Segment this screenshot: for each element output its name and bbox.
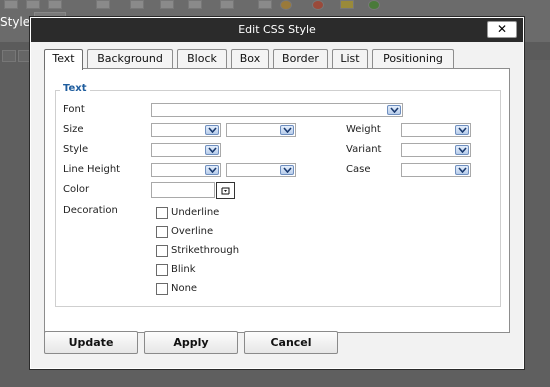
dialog-titlebar: Edit CSS Style ✕ [31,18,523,42]
toolbar-button-icon [368,0,380,10]
toolbar-button-icon [48,0,62,9]
variant-label: Variant [346,144,382,155]
tab-list[interactable]: List [332,49,368,68]
tab-box[interactable]: Box [231,49,269,68]
chevron-down-icon [205,125,219,135]
size-select[interactable] [151,123,221,137]
underline-label: Underline [171,207,220,218]
overline-checkbox[interactable] [156,226,168,238]
toolbar-button-icon [188,0,202,9]
tab-block[interactable]: Block [177,49,227,68]
weight-select[interactable] [401,123,471,137]
blink-checkbox[interactable] [156,264,168,276]
cancel-button[interactable]: Cancel [244,331,338,354]
strikethrough-label: Strikethrough [171,245,240,256]
color-picker-button[interactable] [216,182,235,199]
chevron-down-icon [280,125,294,135]
dialog-title: Edit CSS Style [238,23,316,36]
text-tab-panel: Text Font Size Weight Style Variant Line… [44,68,510,333]
apply-button[interactable]: Apply [144,331,238,354]
tab-border[interactable]: Border [273,49,328,68]
none-label: None [171,283,198,294]
close-icon: ✕ [496,22,508,36]
update-button[interactable]: Update [44,331,138,354]
color-picker-icon [221,187,230,195]
tab-text[interactable]: Text [44,49,83,70]
line-height-unit-select[interactable] [226,163,296,177]
chevron-down-icon [280,165,294,175]
font-label: Font [63,104,85,115]
edit-css-style-dialog: Edit CSS Style ✕ Text Background Block B… [30,17,524,369]
chevron-down-icon [205,145,219,155]
style-select[interactable] [151,143,221,157]
toolbar-button-icon [96,0,110,9]
case-label: Case [346,164,371,175]
chevron-down-icon [455,145,469,155]
chevron-down-icon [455,125,469,135]
color-label: Color [63,184,90,195]
toolbar-button-icon [258,0,272,9]
size-label: Size [63,124,84,135]
tab-background[interactable]: Background [87,49,173,68]
tab-positioning[interactable]: Positioning [372,49,454,68]
toolbar-button-icon [26,0,40,9]
chevron-down-icon [455,165,469,175]
none-checkbox[interactable] [156,283,168,295]
toolbar-button-icon [160,0,174,9]
line-height-label: Line Height [63,164,121,175]
close-button[interactable]: ✕ [487,21,517,38]
underline-checkbox[interactable] [156,207,168,219]
chevron-down-icon [387,105,401,115]
toolbar-button-icon [280,0,292,10]
style-label: Style [0,15,31,29]
toolbar-button-icon [2,50,16,62]
toolbar-button-icon [312,0,324,10]
blink-label: Blink [171,264,196,275]
weight-label: Weight [346,124,381,135]
size-unit-select[interactable] [226,123,296,137]
variant-select[interactable] [401,143,471,157]
style-label: Style [63,144,89,155]
section-title: Text [60,83,90,94]
line-height-select[interactable] [151,163,221,177]
decoration-label: Decoration [63,205,118,216]
toolbar-button-icon [220,0,234,9]
chevron-down-icon [205,165,219,175]
overline-label: Overline [171,226,214,237]
color-input[interactable] [151,182,215,198]
case-select[interactable] [401,163,471,177]
toolbar-button-icon [340,0,354,9]
font-select[interactable] [151,103,403,117]
toolbar-button-icon [4,0,18,9]
strikethrough-checkbox[interactable] [156,245,168,257]
toolbar-button-icon [130,0,144,9]
